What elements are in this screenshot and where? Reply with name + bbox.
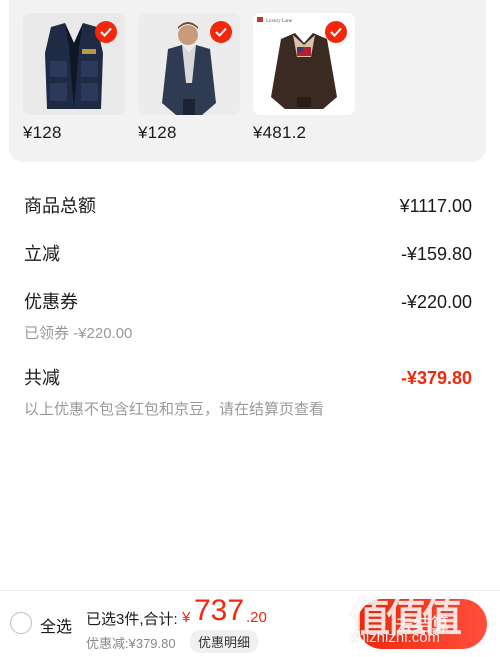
goods-total-value: ¥1117.00 (399, 196, 472, 216)
product-price: ¥481.2 (253, 123, 307, 142)
product-price: ¥128 (138, 123, 177, 142)
product-price: ¥128 (23, 123, 62, 142)
total-saving-row: 共减 -¥379.80 (24, 364, 472, 390)
discount-note: 以上优惠不包含红包和京豆，请在结算页查看 (24, 401, 325, 418)
total-saving-value: -¥379.80 (400, 368, 472, 388)
coupon-value: -¥220.00 (400, 292, 472, 312)
instant-discount-row: 立减 -¥159.80 (24, 240, 472, 266)
product-item[interactable]: ¥128 (23, 13, 125, 143)
select-all-radio[interactable] (10, 612, 32, 634)
selected-count-text: 已选3件,合计: (86, 611, 178, 628)
product-item[interactable]: ¥128 (138, 13, 240, 143)
goods-total-label: 商品总额 (24, 196, 96, 216)
instant-discount-label: 立减 (24, 244, 60, 264)
checkmark-icon[interactable] (95, 21, 117, 43)
checkout-button-label: 去结算 (395, 615, 449, 635)
checkout-bar: 全选 已选3件,合计: ¥ 737 .20 优惠减:¥379.80 优惠明细 去… (0, 590, 500, 657)
total-currency: ¥ (182, 609, 191, 626)
total-amount-integer: 737 (194, 594, 245, 627)
checkmark-icon[interactable] (210, 21, 232, 43)
product-item[interactable]: Luxury Lane ¥481.2 (253, 13, 355, 143)
total-amount-decimal: .20 (246, 609, 267, 626)
instant-discount-value: -¥159.80 (400, 244, 472, 264)
coupon-claimed-text: 已领券 -¥220.00 (24, 325, 133, 342)
jacket-model-image[interactable] (138, 13, 240, 115)
checkmark-icon[interactable] (325, 21, 347, 43)
vest-image[interactable] (23, 13, 125, 115)
coupon-row: 优惠券 -¥220.00 (24, 288, 472, 314)
goods-total-row: 商品总额 ¥1117.00 (24, 192, 472, 218)
leather-jacket-image[interactable]: Luxury Lane (253, 13, 355, 115)
selected-products-card: ¥128 ¥128 Luxury Lane ¥481.2 (9, 0, 486, 162)
select-all-label[interactable]: 全选 (40, 613, 72, 637)
coupon-label: 优惠券 (24, 292, 78, 312)
discount-summary: 优惠减:¥379.80 (86, 636, 176, 651)
discount-detail-button[interactable]: 优惠明细 (190, 630, 259, 653)
total-saving-label: 共减 (24, 368, 60, 388)
brand-logo: Luxury Lane (266, 19, 293, 24)
checkout-button[interactable]: 去结算 (357, 599, 487, 649)
